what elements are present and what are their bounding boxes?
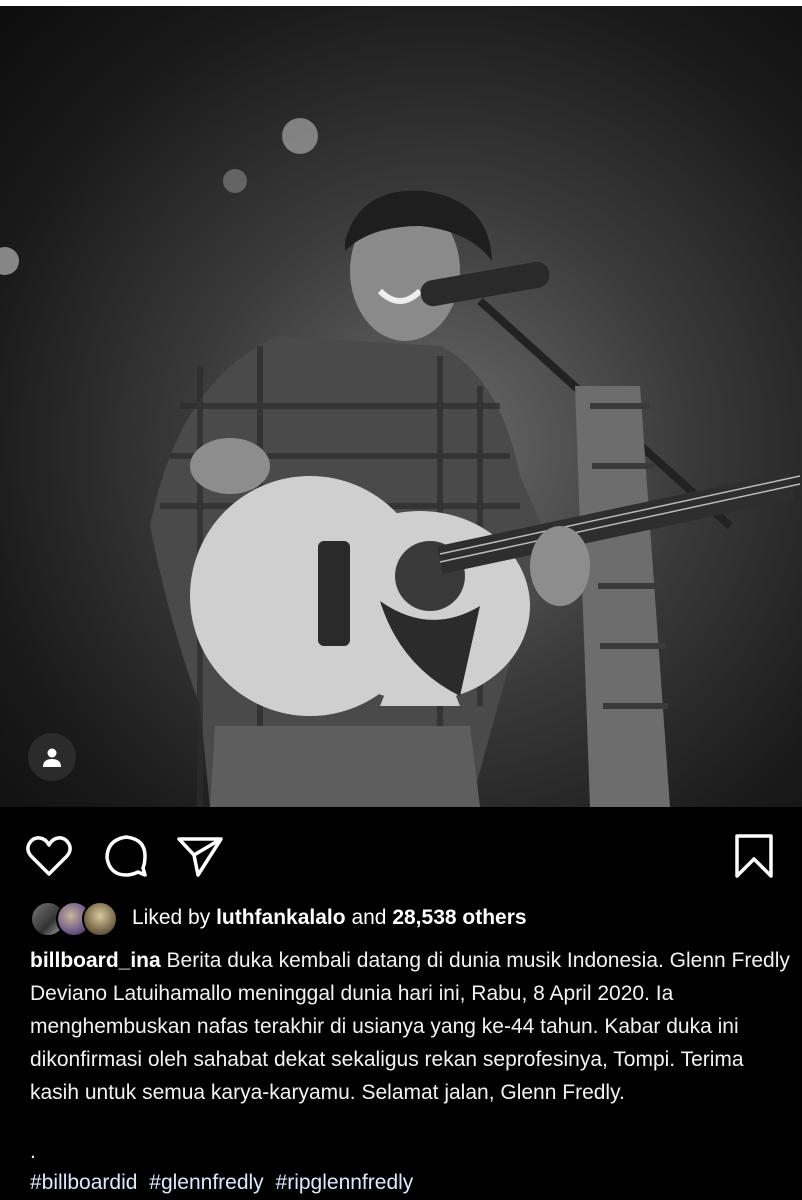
post-caption: billboard_ina Berita duka kembali datang… (30, 944, 790, 1109)
comment-icon (105, 835, 147, 877)
post-actions-bar (0, 808, 802, 898)
save-button[interactable] (730, 832, 778, 880)
hashtag-link[interactable]: #ripglennfredly (276, 1171, 414, 1194)
likes-middle: and (351, 906, 387, 929)
like-button[interactable] (25, 832, 73, 880)
post-photo[interactable] (0, 6, 802, 807)
user-tag-icon (43, 748, 61, 767)
photo-illustration (0, 118, 801, 807)
share-button[interactable] (176, 832, 224, 880)
likes-row[interactable]: Liked by luthfankalalo and 28,538 others (30, 898, 527, 938)
hashtags: #billboardid #glennfredly #ripglennfredl… (30, 1166, 419, 1199)
caption-username[interactable]: billboard_ina (30, 949, 161, 972)
comment-button[interactable] (102, 832, 150, 880)
caption-separator: . (30, 1140, 36, 1163)
likes-prefix: Liked by (132, 906, 211, 929)
send-icon (177, 837, 223, 877)
caption-text: Berita duka kembali datang di dunia musi… (30, 949, 790, 1104)
liker-avatars (30, 901, 120, 937)
hashtag-link[interactable]: #glennfredly (149, 1171, 263, 1194)
avatar (82, 901, 118, 937)
user-tag-button[interactable] (28, 733, 76, 781)
liker-username[interactable]: luthfankalalo (216, 906, 346, 930)
bookmark-icon (735, 834, 773, 878)
likes-count[interactable]: 28,538 others (392, 906, 526, 930)
heart-icon (26, 836, 72, 876)
hashtag-link[interactable]: #billboardid (30, 1171, 137, 1194)
